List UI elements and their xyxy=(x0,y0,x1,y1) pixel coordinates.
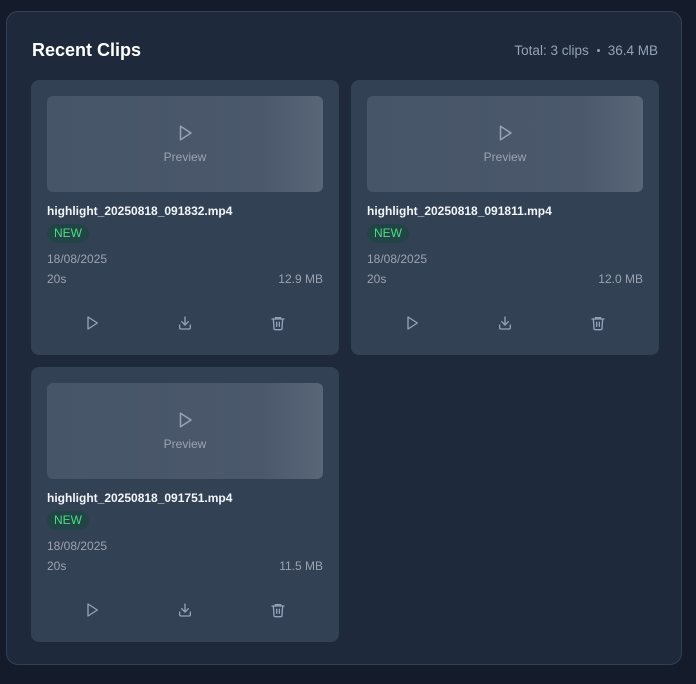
delete-button[interactable] xyxy=(265,599,291,621)
recent-clips-panel: Recent Clips Total: 3 clips 36.4 MB Prev… xyxy=(6,11,682,665)
download-button[interactable] xyxy=(492,312,518,334)
play-icon xyxy=(87,603,98,617)
play-button[interactable] xyxy=(399,312,425,334)
download-icon xyxy=(499,316,511,330)
clips-summary: Total: 3 clips 36.4 MB xyxy=(514,43,658,58)
clip-card: Preview highlight_20250818_091832.mp4 NE… xyxy=(31,80,339,355)
new-badge: NEW xyxy=(367,224,409,243)
clip-duration: 20s xyxy=(47,272,67,286)
clip-duration: 20s xyxy=(47,559,67,573)
clip-size: 12.0 MB xyxy=(598,272,643,286)
new-badge: NEW xyxy=(47,224,89,243)
clips-grid: Preview highlight_20250818_091832.mp4 NE… xyxy=(31,80,659,642)
panel-title: Recent Clips xyxy=(32,40,142,60)
clip-filename: highlight_20250818_091811.mp4 xyxy=(367,204,552,218)
play-icon xyxy=(87,316,98,330)
separator-dot xyxy=(596,49,600,52)
clip-card: Preview highlight_20250818_091811.mp4 NE… xyxy=(351,80,659,355)
play-icon xyxy=(407,316,418,330)
clip-date: 18/08/2025 xyxy=(367,252,428,266)
preview-label: Preview xyxy=(483,150,527,164)
delete-button[interactable] xyxy=(265,312,291,334)
clip-preview[interactable]: Preview xyxy=(367,96,643,192)
trash-icon xyxy=(591,317,605,331)
play-button[interactable] xyxy=(79,599,105,621)
new-badge: NEW xyxy=(47,511,89,530)
clip-date: 18/08/2025 xyxy=(47,252,108,266)
play-button[interactable] xyxy=(79,312,105,334)
trash-icon xyxy=(271,317,285,331)
download-icon xyxy=(179,316,191,330)
clip-size: 12.9 MB xyxy=(278,272,323,286)
clip-date: 18/08/2025 xyxy=(47,539,108,553)
play-icon xyxy=(499,125,512,141)
preview-label: Preview xyxy=(163,150,207,164)
clip-filename: highlight_20250818_091832.mp4 xyxy=(47,204,233,218)
clip-card: Preview highlight_20250818_091751.mp4 NE… xyxy=(31,367,339,642)
download-button[interactable] xyxy=(172,599,198,621)
clip-duration: 20s xyxy=(367,272,387,286)
delete-button[interactable] xyxy=(585,312,611,334)
download-icon xyxy=(179,603,191,617)
clip-preview[interactable]: Preview xyxy=(47,96,323,192)
download-button[interactable] xyxy=(172,312,198,334)
preview-label: Preview xyxy=(163,437,207,451)
clip-size: 11.5 MB xyxy=(279,559,323,573)
clip-filename: highlight_20250818_091751.mp4 xyxy=(47,491,233,505)
clip-preview[interactable]: Preview xyxy=(47,383,323,479)
play-icon xyxy=(179,412,192,428)
total-size: 36.4 MB xyxy=(607,43,658,58)
trash-icon xyxy=(271,604,285,618)
play-icon xyxy=(179,125,192,141)
total-clips: Total: 3 clips xyxy=(514,43,589,58)
